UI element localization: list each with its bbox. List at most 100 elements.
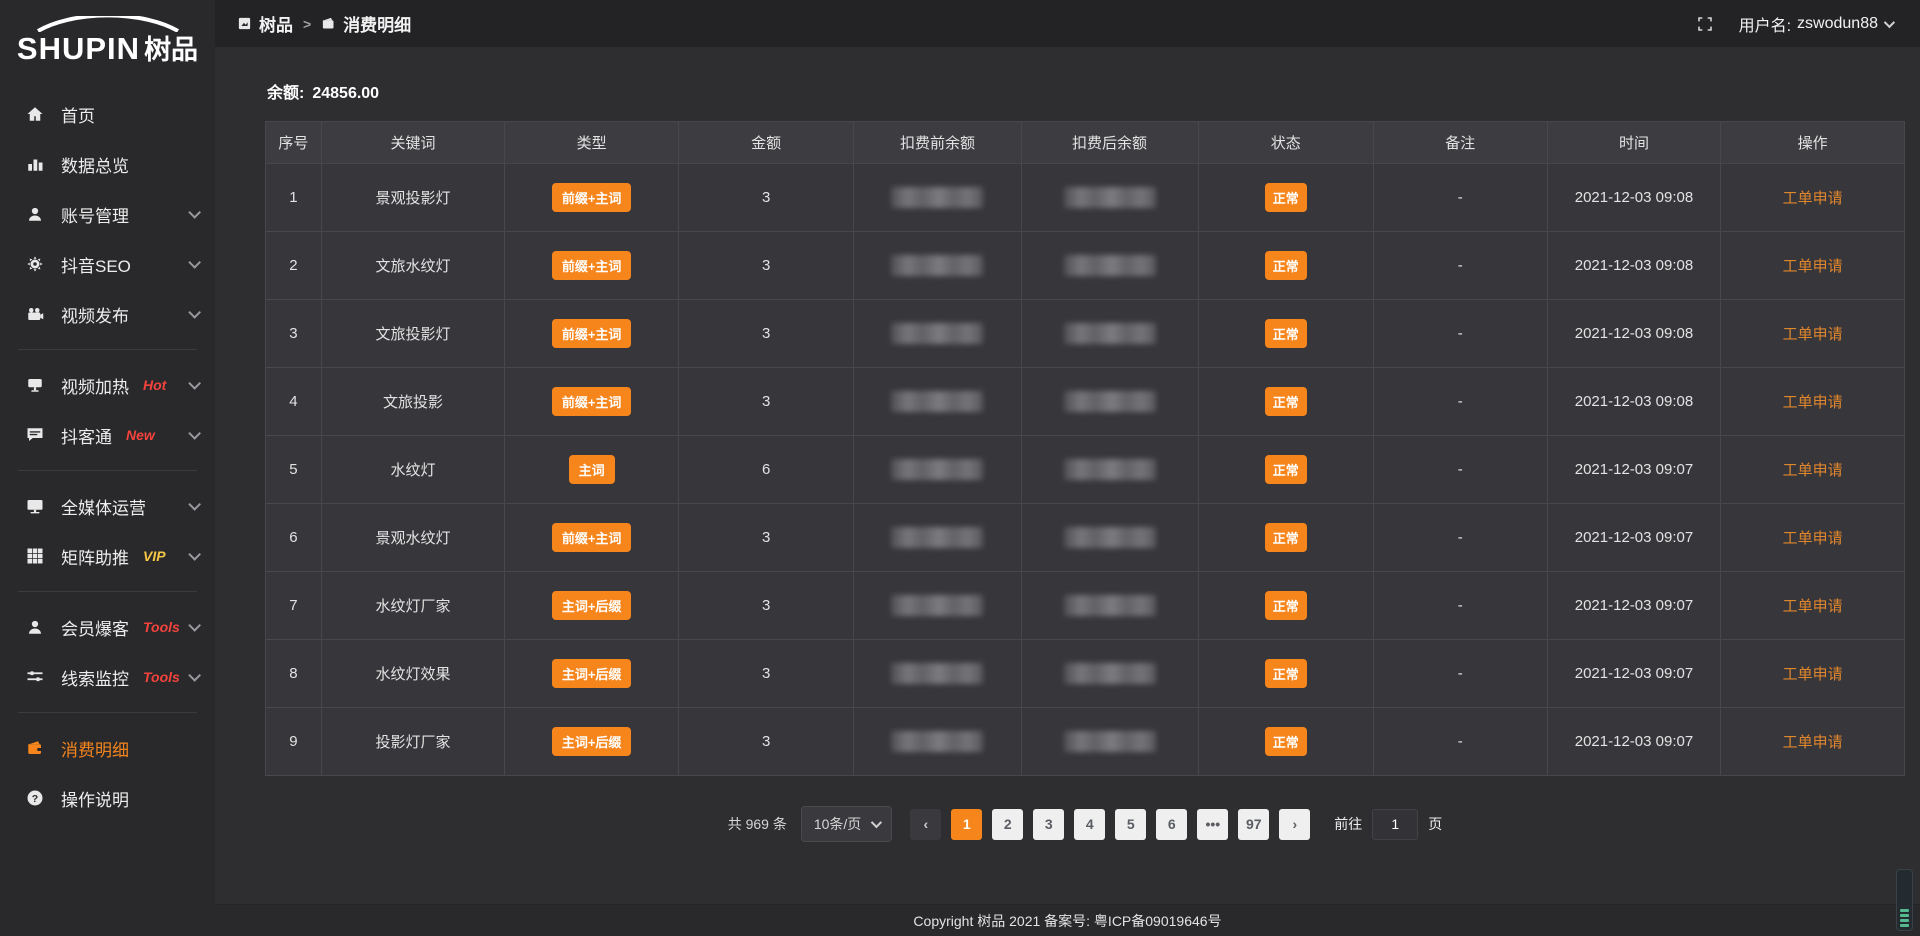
sidebar-item-omnimedia[interactable]: 全媒体运营 [0, 481, 215, 531]
breadcrumb-home[interactable]: 树品 [237, 11, 293, 36]
cell-index: 6 [266, 504, 322, 572]
sidebar-item-data-overview[interactable]: 数据总览 [0, 139, 215, 189]
cell-amount: 3 [679, 708, 854, 776]
document-icon [237, 16, 252, 31]
type-badge: 前缀+主词 [552, 523, 632, 552]
page-button[interactable]: 97 [1238, 809, 1269, 840]
sidebar-item-instructions[interactable]: ? 操作说明 [0, 773, 215, 823]
screen-icon [24, 376, 46, 394]
gear-icon [24, 255, 46, 273]
cell-amount: 3 [679, 164, 854, 232]
type-badge: 前缀+主词 [552, 387, 632, 416]
sidebar-item-lead-monitor[interactable]: 线索监控 Tools [0, 652, 215, 702]
balance-label: 余额: [267, 85, 304, 102]
sidebar-item-label: 矩阵助推 [61, 544, 129, 569]
page-button[interactable]: 4 [1074, 809, 1105, 840]
chevron-down-icon [188, 306, 201, 319]
sidebar-item-account-mgmt[interactable]: 账号管理 [0, 189, 215, 239]
col-header-status: 状态 [1198, 122, 1373, 164]
balance: 余额:24856.00 [267, 79, 1905, 103]
sidebar-item-label: 视频加热 [61, 373, 129, 398]
work-order-link[interactable]: 工单申请 [1783, 326, 1843, 343]
cell-amount: 3 [679, 572, 854, 640]
breadcrumb: 树品 > 消费明细 [237, 11, 411, 36]
breadcrumb-separator: > [303, 16, 311, 32]
type-badge: 主词+后缀 [552, 727, 632, 756]
page-button[interactable]: 6 [1156, 809, 1187, 840]
sidebar-item-douketong[interactable]: 抖客通 New [0, 410, 215, 460]
cell-keyword: 水纹灯效果 [321, 640, 505, 708]
sidebar-item-home[interactable]: 首页 [0, 89, 215, 139]
cell-index: 2 [266, 232, 322, 300]
page-button[interactable]: 3 [1033, 809, 1064, 840]
user-menu[interactable]: 用户名: zswodun88 [1739, 12, 1892, 36]
cell-amount: 3 [679, 300, 854, 368]
app-window: SHUPIN树品 首页 数据总览 账号管理 [0, 0, 1920, 936]
tools-badge: Tools [143, 619, 180, 635]
cell-time: 2021-12-03 09:08 [1547, 368, 1721, 436]
breadcrumb-current[interactable]: 消费明细 [321, 11, 411, 36]
table-row: 1 景观投影灯 前缀+主词 3 正常 - 2021-12-03 09:08 工单… [266, 164, 1905, 232]
page-button[interactable]: 5 [1115, 809, 1146, 840]
redacted-balance-after [1064, 187, 1156, 208]
status-badge: 正常 [1265, 319, 1307, 348]
cell-amount: 3 [679, 640, 854, 708]
page-size-select[interactable]: 10条/页 [801, 806, 892, 842]
cell-remark: - [1373, 640, 1547, 708]
sidebar-item-consumption-detail[interactable]: 消费明细 [0, 723, 215, 773]
fullscreen-icon[interactable] [1697, 16, 1713, 32]
work-order-link[interactable]: 工单申请 [1783, 258, 1843, 275]
page-button[interactable]: 2 [992, 809, 1023, 840]
work-order-link[interactable]: 工单申请 [1783, 530, 1843, 547]
widget-stripe [1900, 914, 1909, 917]
cell-remark: - [1373, 436, 1547, 504]
cell-time: 2021-12-03 09:07 [1547, 640, 1721, 708]
copyright-text: Copyright 树品 2021 备案号: 粤ICP备09019646号 [913, 911, 1221, 931]
cell-amount: 3 [679, 232, 854, 300]
work-order-link[interactable]: 工单申请 [1783, 666, 1843, 683]
cell-remark: - [1373, 368, 1547, 436]
new-badge: New [126, 427, 155, 443]
redacted-balance-before [891, 527, 983, 548]
main-content: 余额:24856.00 序号 关键词 类型 金额 扣费前余额 扣费后余额 状态 [215, 47, 1920, 904]
redacted-balance-after [1064, 527, 1156, 548]
sidebar-item-douyin-seo[interactable]: 抖音SEO [0, 239, 215, 289]
wallet-icon [321, 16, 336, 31]
consumption-table: 序号 关键词 类型 金额 扣费前余额 扣费后余额 状态 备注 时间 操作 1 [265, 121, 1905, 776]
goto-page-input[interactable] [1372, 809, 1418, 840]
redacted-balance-before [891, 663, 983, 684]
next-page-button[interactable]: › [1279, 809, 1310, 840]
work-order-link[interactable]: 工单申请 [1783, 598, 1843, 615]
col-header-balance-after: 扣费后余额 [1021, 122, 1198, 164]
sidebar-item-member-burst[interactable]: 会员爆客 Tools [0, 602, 215, 652]
work-order-link[interactable]: 工单申请 [1783, 394, 1843, 411]
more-pages-button[interactable]: ••• [1197, 809, 1228, 840]
table-header-row: 序号 关键词 类型 金额 扣费前余额 扣费后余额 状态 备注 时间 操作 [266, 122, 1905, 164]
work-order-link[interactable]: 工单申请 [1783, 734, 1843, 751]
col-header-type: 类型 [505, 122, 679, 164]
work-order-link[interactable]: 工单申请 [1783, 190, 1843, 207]
page-button[interactable]: 1 [951, 809, 982, 840]
chevron-down-icon [188, 206, 201, 219]
hot-badge: Hot [143, 377, 166, 393]
monitor-icon [24, 497, 46, 515]
redacted-balance-before [891, 187, 983, 208]
cell-time: 2021-12-03 09:07 [1547, 708, 1721, 776]
table-row: 3 文旅投影灯 前缀+主词 3 正常 - 2021-12-03 09:08 工单… [266, 300, 1905, 368]
sidebar-item-video-heat[interactable]: 视频加热 Hot [0, 360, 215, 410]
goto-label: 前往 [1334, 814, 1362, 834]
divider [18, 470, 197, 471]
work-order-link[interactable]: 工单申请 [1783, 462, 1843, 479]
cell-index: 1 [266, 164, 322, 232]
prev-page-button[interactable]: ‹ [910, 809, 941, 840]
cell-index: 3 [266, 300, 322, 368]
sidebar-item-matrix-boost[interactable]: 矩阵助推 VIP [0, 531, 215, 581]
footer: Copyright 树品 2021 备案号: 粤ICP备09019646号 [215, 904, 1920, 936]
cell-keyword: 文旅水纹灯 [321, 232, 505, 300]
redacted-balance-before [891, 391, 983, 412]
sidebar-item-label: 线索监控 [61, 665, 129, 690]
widget-stripe [1900, 909, 1909, 912]
floating-widget[interactable] [1896, 869, 1913, 931]
sidebar-item-video-publish[interactable]: 视频发布 [0, 289, 215, 339]
video-camera-icon [24, 305, 46, 323]
